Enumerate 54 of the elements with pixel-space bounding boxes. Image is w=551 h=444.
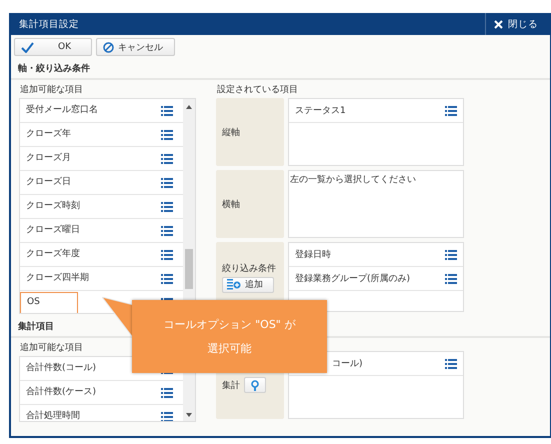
available-item-label: 受付メール窓口名 bbox=[25, 104, 98, 117]
available-item-label: クローズ日 bbox=[25, 176, 71, 189]
close-icon bbox=[494, 20, 503, 28]
list-item[interactable]: 受付メール窓口名 bbox=[20, 99, 183, 123]
list-item[interactable]: クローズ月 bbox=[20, 147, 183, 171]
callout-text: コールオプション "OS" が bbox=[164, 317, 296, 332]
row-label: 絞り込み条件 bbox=[222, 262, 277, 274]
available-item-label: クローズ月 bbox=[25, 152, 71, 165]
hint-button[interactable] bbox=[244, 377, 266, 393]
check-icon bbox=[21, 42, 34, 52]
cancel-button[interactable]: キャンセル bbox=[96, 38, 175, 56]
available-item-label: 合計処理時間 bbox=[25, 410, 80, 421]
list-item[interactable]: 合計処理時間 bbox=[20, 405, 183, 421]
available-item-label: 合計件数(コール) bbox=[25, 362, 96, 375]
list-item[interactable]: クローズ日 bbox=[20, 171, 183, 195]
list-item[interactable]: クローズ四半期 bbox=[20, 267, 183, 291]
row-label: 集計 bbox=[222, 380, 240, 392]
cancel-icon bbox=[103, 42, 114, 52]
available-item-label: OS bbox=[20, 292, 78, 313]
row-label: 横軸 bbox=[222, 198, 241, 210]
callout-text: 選択可能 bbox=[208, 341, 252, 356]
available-item-label: クローズ年度 bbox=[25, 248, 80, 261]
list-item[interactable]: クローズ曜日 bbox=[20, 219, 183, 243]
window-title: 集計項目設定 bbox=[18, 18, 79, 30]
set-item-label: コール) bbox=[332, 358, 363, 370]
available-item-label: クローズ四半期 bbox=[25, 272, 89, 285]
set-item-label: 登録日時 bbox=[295, 248, 331, 261]
add-list-icon bbox=[227, 279, 241, 290]
available-items-label: 追加可能な項目 bbox=[19, 342, 84, 355]
available-item-label: クローズ曜日 bbox=[25, 224, 80, 237]
list-item[interactable]: クローズ年 bbox=[20, 123, 183, 147]
scroll-down-icon bbox=[186, 413, 192, 417]
lightbulb-icon bbox=[251, 380, 259, 390]
add-button[interactable]: 追加 bbox=[222, 276, 274, 292]
set-item-label: ステータス1 bbox=[295, 105, 346, 117]
available-item-label: 合計件数(ケース) bbox=[25, 386, 96, 399]
section-heading: 軸・絞り込み条件 bbox=[11, 58, 550, 80]
list-item[interactable]: クローズ時刻 bbox=[20, 195, 183, 219]
set-item-label: 登録業務グループ(所属のみ) bbox=[295, 272, 410, 285]
set-item[interactable]: ステータス1 bbox=[289, 99, 463, 123]
available-item-label: クローズ年 bbox=[25, 128, 71, 141]
ok-button[interactable]: OK bbox=[14, 38, 92, 56]
empty-hint: 左の一覧から選択してください bbox=[289, 174, 417, 186]
list-item[interactable]: クローズ年度 bbox=[20, 243, 183, 267]
scroll-thumb[interactable] bbox=[185, 249, 193, 289]
row-label: 縦軸 bbox=[222, 126, 241, 138]
set-item[interactable]: 登録業務グループ(所属のみ) bbox=[289, 267, 463, 291]
close-button[interactable]: 閉じる bbox=[485, 13, 551, 35]
available-item-label: クローズ時刻 bbox=[25, 200, 80, 213]
available-items-label: 追加可能な項目 bbox=[19, 84, 84, 97]
list-item[interactable]: 合計件数(ケース) bbox=[20, 381, 183, 405]
scroll-up-icon bbox=[186, 105, 192, 109]
set-items-label: 設定されている項目 bbox=[216, 84, 299, 97]
set-item[interactable]: 登録日時 bbox=[289, 243, 463, 267]
